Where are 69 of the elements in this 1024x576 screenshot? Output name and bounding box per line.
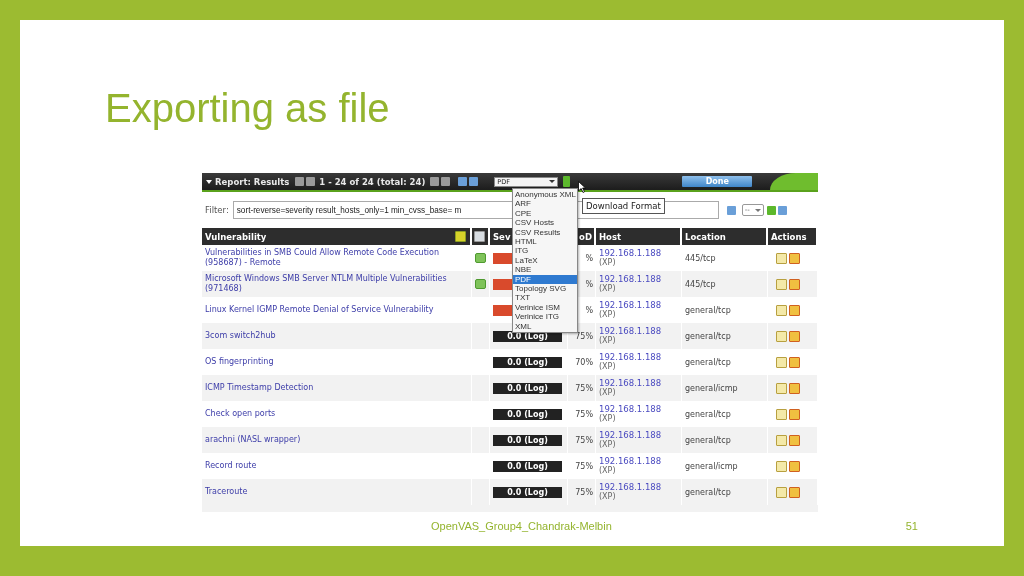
location-text: general/tcp — [685, 305, 731, 315]
location-text: general/icmp — [685, 461, 738, 471]
result-range: 1 - 24 of 24 (total: 24) — [319, 176, 426, 187]
host-link[interactable]: 192.168.1.188 — [599, 275, 662, 284]
format-option[interactable]: Topology SVG — [513, 284, 577, 294]
report-title: Report: Results — [215, 176, 290, 187]
tooltip: Download Format — [582, 198, 665, 214]
host-link[interactable]: 192.168.1.188 — [599, 301, 662, 310]
qod-value: % — [585, 279, 593, 289]
format-option[interactable]: LaTeX — [513, 255, 577, 266]
severity-bar: 0.0 (Log) — [493, 486, 562, 498]
host-os: (XP) — [599, 414, 616, 423]
format-option[interactable]: Verinice ISM — [513, 302, 577, 313]
format-option[interactable]: XML — [513, 321, 577, 332]
host-os: (XP) — [599, 310, 616, 319]
host-link[interactable]: 192.168.1.188 — [599, 405, 662, 414]
qod-value: 75% — [575, 409, 593, 419]
qod-value: 75% — [575, 383, 593, 393]
format-option[interactable]: Anonymous XML — [513, 190, 577, 200]
qod-value: 70% — [575, 357, 593, 367]
format-option[interactable]: PDF — [513, 274, 577, 285]
host-link[interactable]: 192.168.1.188 — [599, 249, 662, 258]
format-option[interactable]: TXT — [513, 293, 577, 303]
qod-value: 75% — [575, 435, 593, 445]
format-option[interactable]: ARF — [513, 199, 577, 209]
collapse-triangle-icon[interactable] — [206, 179, 212, 184]
caret-icon — [549, 180, 556, 183]
page-number: 51 — [905, 520, 918, 532]
host-os: (XP) — [599, 284, 616, 293]
format-option[interactable]: CSV Hosts — [513, 218, 577, 228]
caret-icon — [754, 208, 761, 212]
host-link[interactable]: 192.168.1.188 — [599, 483, 662, 492]
host-link[interactable]: 192.168.1.188 — [599, 457, 662, 466]
format-option[interactable]: CPE — [513, 208, 577, 219]
toolbar-corner-decoration — [770, 173, 818, 190]
location-text: 445/tcp — [685, 253, 716, 263]
host-os: (XP) — [599, 362, 616, 371]
severity-bar: 0.0 (Log) — [493, 460, 562, 472]
location-text: general/tcp — [685, 409, 731, 419]
host-link[interactable]: 192.168.1.188 — [599, 431, 662, 440]
qod-value: 75% — [575, 461, 593, 471]
slide-title: Exporting as file — [105, 85, 391, 132]
filter-label: Filter: — [205, 205, 229, 215]
host-os: (XP) — [599, 440, 616, 449]
location-text: general/tcp — [685, 331, 731, 341]
host-link[interactable]: 192.168.1.188 — [599, 327, 662, 336]
severity-bar: 0.0 (Log) — [493, 356, 562, 368]
host-link[interactable]: 192.168.1.188 — [599, 353, 662, 362]
qod-value: % — [585, 305, 593, 315]
location-text: general/icmp — [685, 383, 738, 393]
host-os: (XP) — [599, 258, 616, 267]
host-os: (XP) — [599, 466, 616, 475]
qod-value: 75% — [575, 487, 593, 497]
host-os: (XP) — [599, 336, 616, 345]
format-option[interactable]: NBE — [513, 265, 577, 275]
location-text: 445/tcp — [685, 279, 716, 289]
qod-value: % — [585, 253, 593, 263]
format-option[interactable]: Verinice ITG — [513, 312, 577, 322]
severity-bar: 0.0 (Log) — [493, 408, 562, 420]
host-os: (XP) — [599, 388, 616, 397]
host-os: (XP) — [599, 492, 616, 501]
location-text: general/tcp — [685, 357, 731, 367]
location-text: general/tcp — [685, 487, 731, 497]
severity-bar: 0.0 (Log) — [493, 434, 562, 446]
format-option[interactable]: ITG — [513, 246, 577, 256]
host-link[interactable]: 192.168.1.188 — [599, 379, 662, 388]
location-text: general/tcp — [685, 435, 731, 445]
severity-bar: 0.0 (Log) — [493, 382, 562, 394]
slide-footer: OpenVAS_Group4_Chandrak-Melbin — [431, 520, 612, 532]
